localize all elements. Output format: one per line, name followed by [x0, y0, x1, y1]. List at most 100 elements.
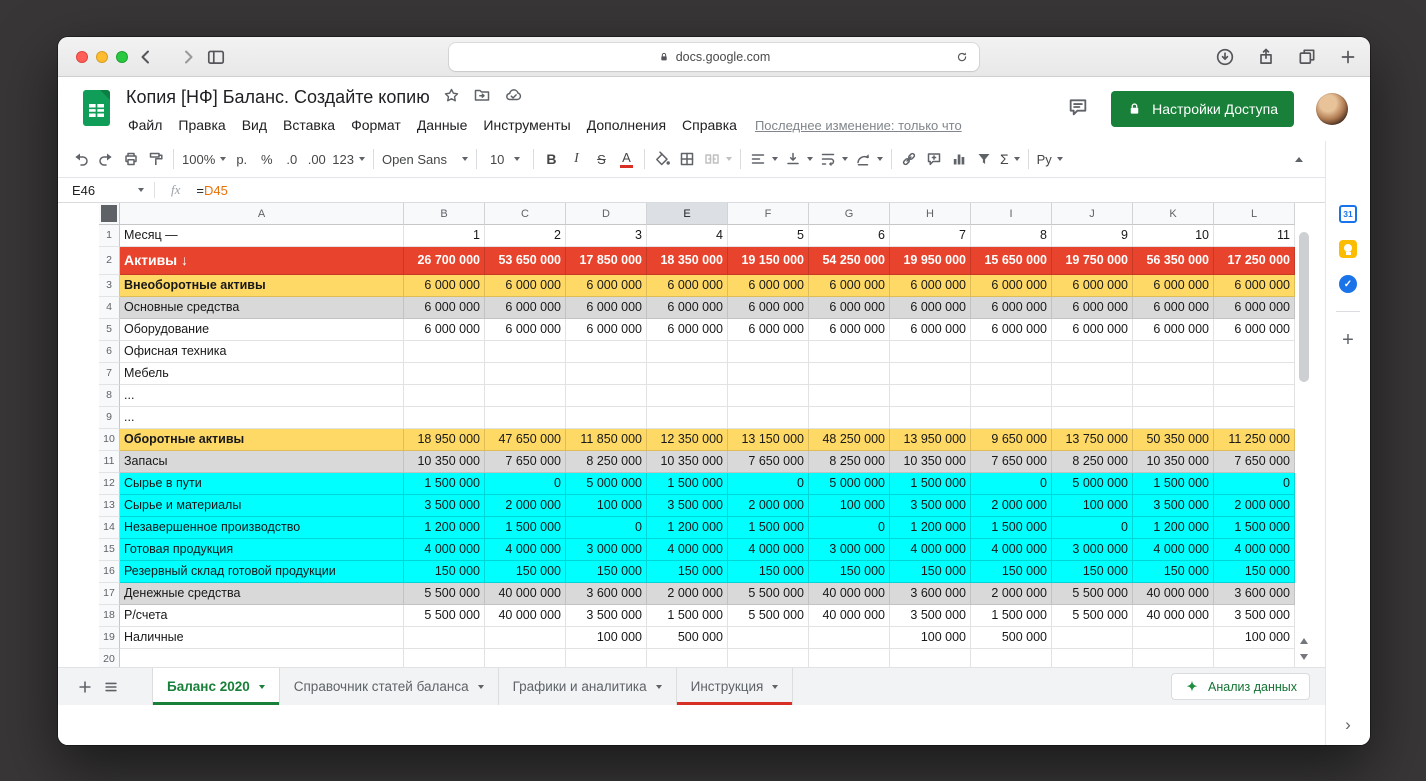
cell[interactable] [809, 341, 890, 363]
cell[interactable] [728, 627, 809, 649]
sheets-logo-icon[interactable] [83, 90, 110, 131]
cell[interactable] [809, 627, 890, 649]
cell[interactable] [728, 407, 809, 429]
cell[interactable]: 100 000 [809, 495, 890, 517]
print-button[interactable] [118, 146, 143, 172]
cell[interactable]: 150 000 [1052, 561, 1133, 583]
cell[interactable]: 5 500 000 [1052, 605, 1133, 627]
cell[interactable] [971, 649, 1052, 667]
cell[interactable]: 4 000 000 [485, 539, 566, 561]
sidebar-toggle-button[interactable] [204, 45, 228, 69]
cell[interactable]: 19 950 000 [890, 247, 971, 275]
cell[interactable]: 18 350 000 [647, 247, 728, 275]
cell[interactable]: 6 000 000 [647, 297, 728, 319]
cell[interactable] [1133, 341, 1214, 363]
back-button[interactable] [134, 45, 158, 69]
row-header-19[interactable]: 19 [99, 627, 120, 649]
cell[interactable]: 6 000 000 [728, 297, 809, 319]
cell[interactable]: 1 500 000 [647, 605, 728, 627]
cell[interactable] [485, 407, 566, 429]
tasks-icon[interactable] [1339, 275, 1357, 293]
cell[interactable]: Оборудование [120, 319, 404, 341]
input-tools-button[interactable]: Ру [1034, 146, 1066, 172]
cell[interactable]: 17 850 000 [566, 247, 647, 275]
row-header-2[interactable]: 2 [99, 247, 120, 275]
cell[interactable]: 1 200 000 [647, 517, 728, 539]
calendar-icon[interactable]: 31 [1339, 205, 1357, 223]
cell[interactable]: 6 000 000 [1052, 275, 1133, 297]
cell[interactable]: 100 000 [566, 627, 647, 649]
cell[interactable]: 6 000 000 [728, 319, 809, 341]
cell[interactable]: 5 000 000 [809, 473, 890, 495]
cell[interactable]: 3 600 000 [1214, 583, 1295, 605]
cell[interactable] [809, 649, 890, 667]
merge-cells-button[interactable] [700, 146, 735, 172]
column-header-L[interactable]: L [1214, 203, 1295, 225]
cell[interactable]: 6 000 000 [1214, 319, 1295, 341]
cell[interactable]: 6 000 000 [404, 319, 485, 341]
column-header-E[interactable]: E [647, 203, 728, 225]
menu-item[interactable]: Вид [234, 114, 275, 136]
cell[interactable]: 3 500 000 [647, 495, 728, 517]
cell[interactable]: 0 [971, 473, 1052, 495]
menu-item[interactable]: Дополнения [579, 114, 674, 136]
cell[interactable]: Офисная техника [120, 341, 404, 363]
cell[interactable]: Наличные [120, 627, 404, 649]
cell[interactable] [566, 363, 647, 385]
cell[interactable]: 10 350 000 [890, 451, 971, 473]
percent-format-button[interactable]: % [254, 146, 279, 172]
row-header-15[interactable]: 15 [99, 539, 120, 561]
cell[interactable]: 6 000 000 [728, 275, 809, 297]
cell[interactable]: 6 000 000 [971, 275, 1052, 297]
cell[interactable]: 9 [1052, 225, 1133, 247]
cell[interactable]: 6 000 000 [1133, 319, 1214, 341]
sheet-tab-3[interactable]: Графики и аналитика [499, 668, 677, 705]
cell[interactable]: 8 250 000 [566, 451, 647, 473]
cell[interactable]: 1 500 000 [1214, 517, 1295, 539]
cell[interactable] [809, 385, 890, 407]
sheet-tab-1[interactable]: Баланс 2020 [152, 668, 280, 705]
sheet-tab-2[interactable]: Справочник статей баланса [280, 668, 499, 705]
collapse-toolbar-button[interactable] [1286, 146, 1311, 172]
menu-item[interactable]: Файл [120, 114, 170, 136]
row-header-5[interactable]: 5 [99, 319, 120, 341]
cell[interactable]: 2 000 000 [485, 495, 566, 517]
row-header-10[interactable]: 10 [99, 429, 120, 451]
cell[interactable]: 6 000 000 [809, 297, 890, 319]
cell[interactable]: 0 [1052, 517, 1133, 539]
cell[interactable]: Сырье в пути [120, 473, 404, 495]
menu-item[interactable]: Данные [409, 114, 476, 136]
font-size-select[interactable]: 10 [482, 146, 528, 172]
cell[interactable]: 40 000 000 [809, 583, 890, 605]
cell[interactable]: 1 500 000 [647, 473, 728, 495]
cell[interactable]: 3 500 000 [1214, 605, 1295, 627]
cell[interactable]: 0 [728, 473, 809, 495]
cell[interactable] [485, 385, 566, 407]
cell[interactable] [1052, 407, 1133, 429]
cell[interactable]: 5 500 000 [728, 583, 809, 605]
cell[interactable]: 3 500 000 [566, 605, 647, 627]
cell[interactable]: 0 [485, 473, 566, 495]
all-sheets-button[interactable] [98, 674, 124, 700]
insert-comment-button[interactable] [922, 146, 947, 172]
cell[interactable]: 500 000 [647, 627, 728, 649]
cell[interactable]: 0 [809, 517, 890, 539]
cell[interactable] [1052, 385, 1133, 407]
cell[interactable]: 6 000 000 [566, 275, 647, 297]
cell[interactable]: 1 500 000 [485, 517, 566, 539]
cell[interactable]: 6 000 000 [809, 275, 890, 297]
cell[interactable]: 1 500 000 [971, 605, 1052, 627]
cell[interactable]: 150 000 [485, 561, 566, 583]
cell[interactable]: 40 000 000 [485, 583, 566, 605]
cell[interactable]: 1 500 000 [890, 473, 971, 495]
menu-item[interactable]: Правка [170, 114, 233, 136]
cell[interactable] [971, 407, 1052, 429]
cell[interactable]: 6 000 000 [971, 319, 1052, 341]
cell[interactable] [120, 649, 404, 667]
cell[interactable]: 3 [566, 225, 647, 247]
row-header-3[interactable]: 3 [99, 275, 120, 297]
cell[interactable] [647, 407, 728, 429]
scrollbar-thumb[interactable] [1299, 232, 1309, 382]
column-header-G[interactable]: G [809, 203, 890, 225]
document-title[interactable]: Копия [НФ] Баланс. Создайте копию [126, 87, 430, 108]
